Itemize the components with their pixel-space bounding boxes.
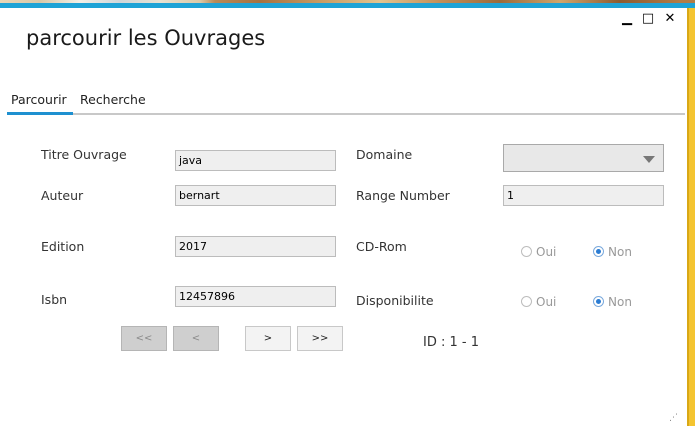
minimize-icon: ▁ <box>622 11 632 26</box>
edition-label: Edition <box>41 239 85 254</box>
radio-unchecked-icon <box>521 246 532 257</box>
window-side-border <box>687 8 695 426</box>
isbn-field[interactable]: 12457896 <box>175 286 336 307</box>
disponibilite-oui-label: Oui <box>536 295 557 309</box>
app-window: ▁ □ ✕ parcourir les Ouvrages Parcourir R… <box>0 8 687 426</box>
tab-strip: Parcourir Recherche <box>7 92 685 116</box>
radio-checked-icon <box>593 296 604 307</box>
domaine-label: Domaine <box>356 147 413 162</box>
disponibilite-non-label: Non <box>608 295 632 309</box>
auteur-label: Auteur <box>41 188 84 203</box>
radio-checked-icon <box>593 246 604 257</box>
minimize-button[interactable]: ▁ <box>617 11 637 27</box>
first-record-button[interactable]: << <box>121 326 167 351</box>
domaine-select[interactable] <box>503 144 664 172</box>
range-number-field[interactable]: 1 <box>503 185 664 206</box>
tab-active-indicator <box>7 112 73 115</box>
page-title: parcourir les Ouvrages <box>26 26 266 50</box>
cd-rom-label: CD-Rom <box>356 239 407 254</box>
close-icon: ✕ <box>664 11 676 26</box>
chevron-down-icon <box>643 156 655 163</box>
last-record-button[interactable]: >> <box>297 326 343 351</box>
next-record-button[interactable]: > <box>245 326 291 351</box>
titre-ouvrage-label: Titre Ouvrage <box>41 147 127 162</box>
tab-divider <box>7 113 685 115</box>
resize-grip-icon[interactable]: ⋰ <box>669 413 678 423</box>
range-number-label: Range Number <box>356 188 450 203</box>
previous-record-button[interactable]: < <box>173 326 219 351</box>
edition-field[interactable]: 2017 <box>175 236 336 257</box>
radio-unchecked-icon <box>521 296 532 307</box>
titre-ouvrage-field[interactable]: java <box>175 150 336 171</box>
close-button[interactable]: ✕ <box>660 11 680 27</box>
tab-parcourir[interactable]: Parcourir <box>11 92 67 112</box>
isbn-label: Isbn <box>41 292 68 307</box>
maximize-icon: □ <box>641 11 655 26</box>
cd-rom-oui-label: Oui <box>536 245 557 259</box>
cd-rom-non-label: Non <box>608 245 632 259</box>
maximize-button[interactable]: □ <box>638 11 658 27</box>
tab-recherche[interactable]: Recherche <box>80 92 146 112</box>
auteur-field[interactable]: bernart <box>175 185 336 206</box>
record-id-text: ID : 1 - 1 <box>423 335 479 350</box>
disponibilite-label: Disponibilite <box>356 293 434 308</box>
